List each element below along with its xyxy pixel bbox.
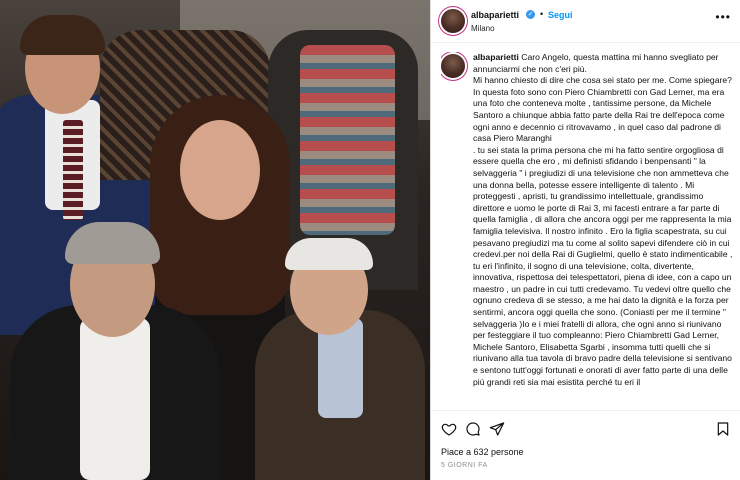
post-side-panel: albaparietti ✓ • Segui Milano ••• albapa… (430, 0, 740, 480)
heart-icon[interactable] (441, 421, 457, 437)
share-icon[interactable] (489, 421, 505, 437)
post-photo[interactable] (0, 0, 430, 480)
person-front-left-shirt (80, 318, 150, 480)
separator-dot: • (540, 9, 544, 19)
caption-avatar[interactable] (441, 54, 465, 78)
post-timestamp: 5 GIORNI FA (441, 462, 488, 469)
caption-area: albaparietti Caro Angelo, questa mattina… (441, 52, 733, 409)
location-link[interactable]: Milano (471, 24, 495, 33)
caption-body: Caro Angelo, questa mattina mi hanno sve… (473, 52, 733, 387)
likes-count[interactable]: Piace a 632 persone (441, 447, 524, 457)
person-back-right-sweater (300, 45, 395, 235)
bookmark-icon[interactable] (715, 421, 731, 437)
user-avatar[interactable] (441, 9, 465, 33)
caption-username[interactable]: albaparietti (473, 52, 519, 62)
person-back-left-tie (63, 120, 83, 220)
action-bar (431, 410, 740, 451)
comment-icon[interactable] (465, 421, 481, 437)
more-options-icon[interactable]: ••• (715, 10, 731, 24)
person-front-right-hair (285, 238, 373, 270)
person-woman-face (180, 120, 260, 220)
person-front-left-hair (65, 222, 160, 264)
follow-button[interactable]: Segui (548, 10, 573, 20)
post-header: albaparietti ✓ • Segui Milano ••• (431, 0, 740, 43)
verified-badge-icon: ✓ (526, 10, 535, 19)
header-username[interactable]: albaparietti (471, 10, 519, 20)
person-back-left-hair (20, 15, 105, 55)
caption-text-block: albaparietti Caro Angelo, questa mattina… (473, 52, 733, 388)
